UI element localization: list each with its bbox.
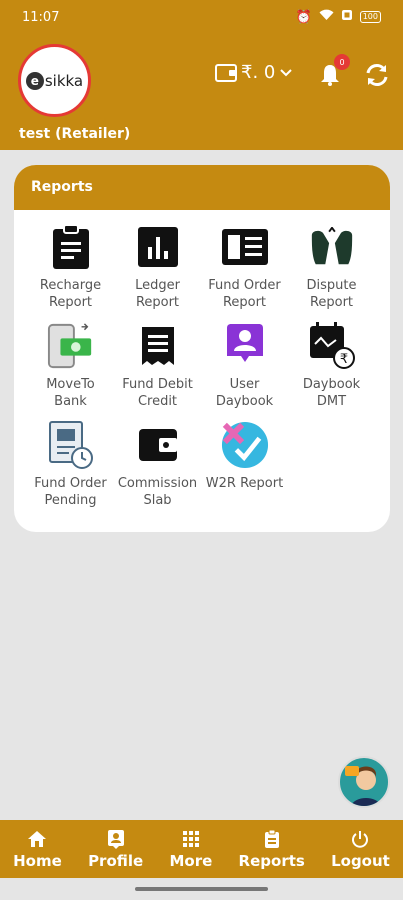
nav-label: Home <box>13 852 62 870</box>
user-name: test (Retailer) <box>19 126 131 142</box>
grid-icon <box>180 828 202 850</box>
nav-profile[interactable]: Profile <box>88 828 143 870</box>
wifi-icon <box>319 9 334 25</box>
daybook-dmt-item[interactable]: ₹ Daybook DMT <box>288 322 375 413</box>
reports-card: Reports Recharge Report Ledger Report Fund… <box>14 165 390 532</box>
receipt-icon <box>134 322 182 370</box>
user-daybook-item[interactable]: User Daybook <box>201 322 288 413</box>
nav-label: Profile <box>88 852 144 870</box>
nav-logout[interactable]: Logout <box>331 828 390 870</box>
notification-badge: 0 <box>334 54 350 70</box>
move-to-bank-item[interactable]: MoveTo Bank <box>27 322 114 413</box>
app-header: 11:07 ⏰ 100 e sikka test (Retailer) ₹. 0… <box>0 0 403 150</box>
nav-label: Logout <box>331 852 390 870</box>
item-label-line2: Report <box>222 295 267 310</box>
money-transfer-icon <box>47 322 95 370</box>
clipboard-icon <box>47 223 95 271</box>
item-label-line2: Bank <box>54 394 87 409</box>
w2r-report-item[interactable]: W2R Report <box>201 421 288 512</box>
battery-icon: 100 <box>359 11 381 23</box>
item-label-line1: Fund Order <box>34 476 107 491</box>
item-label-line2: Report <box>135 295 180 310</box>
user-book-icon <box>221 322 269 370</box>
item-label-line1: W2R Report <box>205 476 284 491</box>
logo-text: sikka <box>44 71 84 90</box>
check-cross-icon <box>221 421 269 469</box>
calendar-rupee-icon: ₹ <box>308 322 356 370</box>
wallet-icon <box>215 63 237 82</box>
nav-home[interactable]: Home <box>13 828 62 870</box>
item-label-line1: User <box>229 377 260 392</box>
recharge-report-item[interactable]: Recharge Report <box>27 223 114 314</box>
item-label-line2: Slab <box>143 493 172 508</box>
item-label-line1: Dispute <box>306 278 357 293</box>
home-indicator[interactable] <box>135 887 268 891</box>
wallet-balance-dropdown[interactable]: ₹. 0 <box>215 62 293 83</box>
document-icon <box>221 223 269 271</box>
nav-more[interactable]: More <box>169 828 212 870</box>
nav-reports[interactable]: Reports <box>239 828 305 870</box>
wallet-icon <box>134 421 182 469</box>
app-logo: e sikka <box>18 44 91 117</box>
item-label-line1: Fund Debit <box>122 377 193 392</box>
chevron-down-icon <box>279 62 293 83</box>
item-label-line2: Daybook <box>215 394 274 409</box>
fund-debit-credit-item[interactable]: Fund Debit Credit <box>114 322 201 413</box>
ledger-report-item[interactable]: Ledger Report <box>114 223 201 314</box>
sim-icon <box>341 9 353 25</box>
item-label-line1: Recharge <box>39 278 102 293</box>
power-icon <box>349 828 371 850</box>
clipboard-icon <box>261 828 283 850</box>
item-label-line1: Fund Order <box>208 278 281 293</box>
wallet-balance: ₹. 0 <box>241 62 276 83</box>
dispute-icon <box>308 223 356 271</box>
item-label-line1: MoveTo <box>46 377 95 392</box>
reports-title: Reports <box>14 165 390 210</box>
svg-text:₹: ₹ <box>339 352 347 367</box>
dispute-report-item[interactable]: Dispute Report <box>288 223 375 314</box>
clock: 11:07 <box>22 9 60 25</box>
support-agent-button[interactable] <box>338 756 390 808</box>
refresh-icon[interactable] <box>364 62 390 88</box>
commission-slab-item[interactable]: Commission Slab <box>114 421 201 512</box>
home-icon <box>26 828 48 850</box>
profile-icon <box>105 828 127 850</box>
item-label-line2: DMT <box>316 394 347 409</box>
pending-document-icon <box>47 421 95 469</box>
reports-grid: Recharge Report Ledger Report Fund Order Re… <box>27 223 377 512</box>
item-label-line1: Commission <box>117 476 198 491</box>
item-label-line2: Report <box>48 295 93 310</box>
fund-order-report-item[interactable]: Fund Order Report <box>201 223 288 314</box>
fund-order-pending-item[interactable]: Fund Order Pending <box>27 421 114 512</box>
item-label-line2: Pending <box>44 493 97 508</box>
logo-mark: e <box>25 71 44 90</box>
item-label-line1: Ledger <box>135 278 180 293</box>
status-bar: 11:07 ⏰ 100 <box>0 0 403 34</box>
alarm-icon: ⏰ <box>295 9 312 25</box>
bar-chart-icon <box>134 223 182 271</box>
item-label-line2: Report <box>309 295 354 310</box>
bottom-navigation: Home Profile More Reports Logout <box>0 820 403 878</box>
item-label-line1: Daybook <box>302 377 361 392</box>
nav-label: Reports <box>238 852 305 870</box>
nav-label: More <box>169 852 213 870</box>
item-label-line2: Credit <box>137 394 178 409</box>
